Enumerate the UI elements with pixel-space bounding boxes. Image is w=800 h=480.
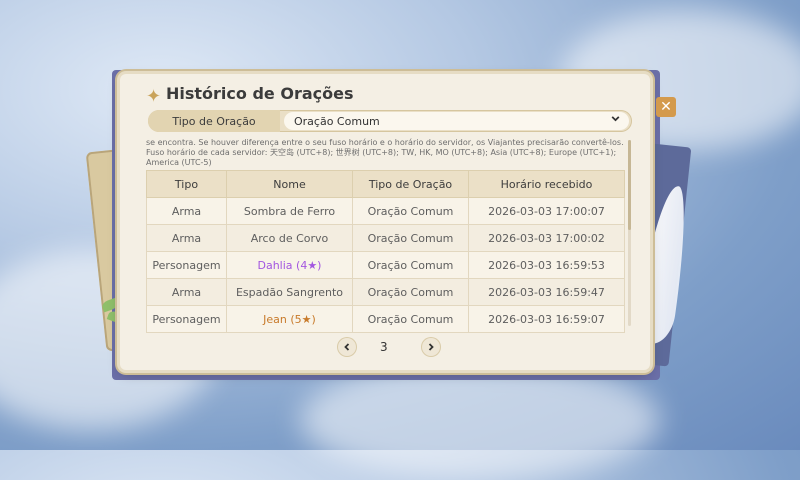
- cell-tipo: Personagem: [146, 305, 227, 333]
- table-row: Personagem Dahlia (4★) Oração Comum 2026…: [146, 251, 625, 279]
- scrollbar-thumb[interactable]: [628, 140, 631, 230]
- column-header-nome: Nome: [226, 170, 353, 198]
- cell-nome-4-star: Dahlia (4★): [226, 251, 353, 279]
- cell-tipo-oracao: Oração Comum: [352, 224, 469, 252]
- page-number: 3: [380, 340, 388, 354]
- cell-horario: 2026-03-03 16:59:07: [468, 305, 625, 333]
- table-row: Personagem Jean (5★) Oração Comum 2026-0…: [146, 305, 625, 333]
- cell-tipo-oracao: Oração Comum: [352, 251, 469, 279]
- cell-horario: 2026-03-03 17:00:07: [468, 197, 625, 225]
- cell-tipo: Arma: [146, 197, 227, 225]
- cell-tipo-oracao: Oração Comum: [352, 305, 469, 333]
- close-button[interactable]: ✕: [656, 97, 676, 117]
- cell-tipo-oracao: Oração Comum: [352, 278, 469, 306]
- cell-nome: Arco de Corvo: [226, 224, 353, 252]
- cell-tipo: Arma: [146, 224, 227, 252]
- pagination: 3: [120, 338, 650, 358]
- filter-label: Tipo de Oração: [148, 110, 280, 132]
- chevron-right-icon[interactable]: [422, 338, 440, 356]
- close-icon: ✕: [660, 99, 672, 115]
- wish-type-filter[interactable]: Tipo de Oração Oração Comum: [148, 110, 632, 132]
- table-row: Arma Sombra de Ferro Oração Comum 2026-0…: [146, 197, 625, 225]
- chevron-left-icon[interactable]: [338, 338, 356, 356]
- cell-nome: Sombra de Ferro: [226, 197, 353, 225]
- wish-history-table: Tipo Nome Tipo de Oração Horário recebid…: [146, 170, 625, 333]
- table-row: Arma Arco de Corvo Oração Comum 2026-03-…: [146, 224, 625, 252]
- sparkle-icon: ✦: [146, 86, 162, 107]
- page-title: Histórico de Orações: [166, 84, 354, 103]
- column-header-tipo: Tipo: [146, 170, 227, 198]
- table-header-row: Tipo Nome Tipo de Oração Horário recebid…: [146, 170, 625, 198]
- filter-selected-value: Oração Comum: [294, 114, 380, 128]
- timezone-notice: se encontra. Se houver diferença entre o…: [146, 138, 624, 167]
- cell-horario: 2026-03-03 16:59:47: [468, 278, 625, 306]
- cell-nome-5-star: Jean (5★): [226, 305, 353, 333]
- chevron-down-icon[interactable]: [610, 113, 621, 127]
- cell-nome: Espadão Sangrento: [226, 278, 353, 306]
- column-header-tipo-oracao: Tipo de Oração: [352, 170, 469, 198]
- cell-horario: 2026-03-03 17:00:02: [468, 224, 625, 252]
- wish-type-select[interactable]: Oração Comum: [284, 112, 629, 130]
- cell-horario: 2026-03-03 16:59:53: [468, 251, 625, 279]
- cell-tipo: Arma: [146, 278, 227, 306]
- cell-tipo-oracao: Oração Comum: [352, 197, 469, 225]
- column-header-horario: Horário recebido: [468, 170, 625, 198]
- table-row: Arma Espadão Sangrento Oração Comum 2026…: [146, 278, 625, 306]
- wish-history-panel: ✦ Histórico de Orações Tipo de Oração Or…: [120, 74, 650, 370]
- cell-tipo: Personagem: [146, 251, 227, 279]
